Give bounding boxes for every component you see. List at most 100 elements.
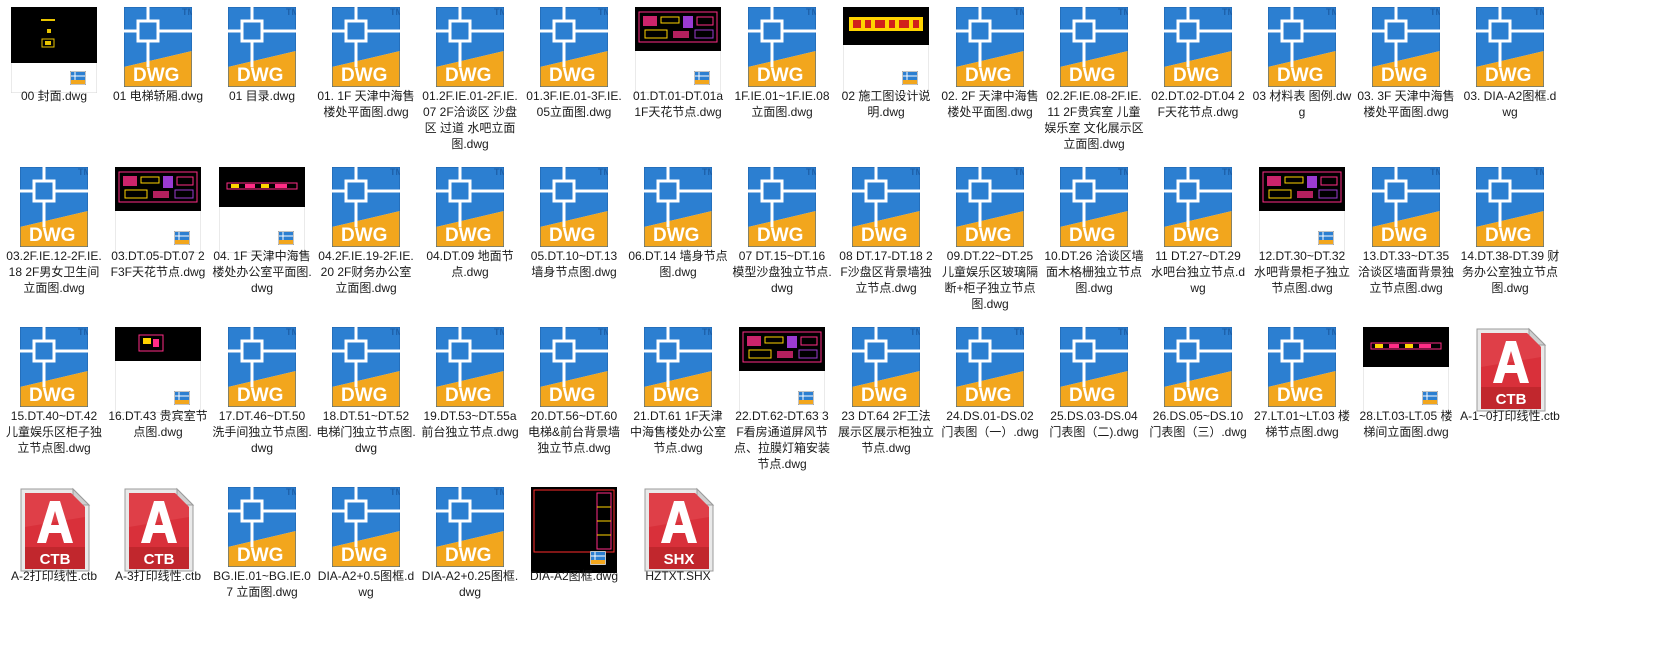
file-item-28[interactable]: 12.DT.30~DT.32 水吧背景柜子独立节点图.dwg (1250, 160, 1354, 320)
file-item-13[interactable]: TM DWG 03 材料表 图例.dwg (1250, 0, 1354, 160)
dwg-file-icon: TM DWG (228, 487, 296, 567)
svg-text:SHX: SHX (664, 551, 695, 568)
file-item-48[interactable]: TM DWG BG.IE.01~BG.IE.07 立面图.dwg (210, 480, 314, 640)
file-item-45[interactable]: CTB A-1~0打印线性.ctb (1458, 320, 1562, 480)
svg-text:DWG: DWG (549, 225, 595, 246)
dwg-file-icon: TM DWG (20, 167, 88, 247)
preview-dwg-icon (219, 167, 305, 253)
dwg-badge-icon (1318, 231, 1334, 245)
file-name-label: 27.LT.01~LT.03 楼梯节点图.dwg (1254, 409, 1350, 439)
file-item-37[interactable]: TM DWG 21.DT.61 1F天津中海售楼处办公室节点.dwg (626, 320, 730, 480)
file-item-29[interactable]: TM DWG 13.DT.33~DT.35 洽谈区墙面背景独立节点图.dwg (1354, 160, 1458, 320)
file-item-50[interactable]: TM DWG DIA-A2+0.25图框.dwg (418, 480, 522, 640)
file-item-16[interactable]: TM DWG 03.2F.IE.12-2F.IE.18 2F男女卫生间立面图.d… (2, 160, 106, 320)
file-item-35[interactable]: TM DWG 19.DT.53~DT.55a 前台独立节点.dwg (418, 320, 522, 480)
file-item-39[interactable]: TM DWG 23 DT.64 2F工法展示区展示柜独立节点.dwg (834, 320, 938, 480)
file-name-label: 02.DT.02-DT.04 2F天花节点.dwg (1151, 89, 1245, 119)
preview-dwg-icon (635, 7, 721, 93)
file-item-51[interactable]: DIA-A2图框.dwg (522, 480, 626, 640)
file-item-26[interactable]: TM DWG 10.DT.26 洽谈区墙面木格栅独立节点图.dwg (1042, 160, 1146, 320)
file-name-label: 02. 2F 天津中海售楼处平面图.dwg (941, 89, 1039, 119)
file-item-3[interactable]: TM DWG 01 目录.dwg (210, 0, 314, 160)
file-item-47[interactable]: CTB A-3打印线性.ctb (106, 480, 210, 640)
svg-text:DWG: DWG (1069, 385, 1115, 406)
file-item-27[interactable]: TM DWG 11 DT.27~DT.29 水吧台独立节点.dwg (1146, 160, 1250, 320)
dwg-file-icon: TM DWG (1060, 327, 1128, 407)
svg-text:TM: TM (1014, 167, 1024, 177)
svg-text:DWG: DWG (1173, 65, 1219, 86)
svg-text:DWG: DWG (1277, 65, 1323, 86)
file-item-52[interactable]: SHX HZTXT.SHX (626, 480, 730, 640)
dwg-file-icon: TM DWG (1268, 327, 1336, 407)
svg-text:DWG: DWG (965, 385, 1011, 406)
file-item-31[interactable]: TM DWG 15.DT.40~DT.42 儿童娱乐区柜子独立节点图.dwg (2, 320, 106, 480)
file-item-32[interactable]: 16.DT.43 贵宾室节点图.dwg (106, 320, 210, 480)
file-item-22[interactable]: TM DWG 06.DT.14 墙身节点图.dwg (626, 160, 730, 320)
file-name-label: 15.DT.40~DT.42 儿童娱乐区柜子独立节点图.dwg (5, 409, 102, 455)
dwg-file-icon: TM DWG (1164, 167, 1232, 247)
file-item-46[interactable]: CTB A-2打印线性.ctb (2, 480, 106, 640)
dwg-file-icon: TM DWG (956, 167, 1024, 247)
file-item-9[interactable]: 02 施工图设计说明.dwg (834, 0, 938, 160)
dwg-badge-icon (590, 551, 606, 565)
dwg-file-icon: TM DWG (540, 167, 608, 247)
dwg-file-icon: TM DWG (1268, 7, 1336, 87)
dwg-file-icon: TM DWG (1476, 7, 1544, 87)
svg-text:DWG: DWG (757, 225, 803, 246)
file-name-label: 03.2F.IE.12-2F.IE.18 2F男女卫生间立面图.dwg (6, 249, 102, 295)
file-item-40[interactable]: TM DWG 24.DS.01-DS.02 门表图（一）.dwg (938, 320, 1042, 480)
file-item-4[interactable]: TM DWG 01. 1F 天津中海售楼处平面图.dwg (314, 0, 418, 160)
file-item-36[interactable]: TM DWG 20.DT.56~DT.60 电梯&前台背景墙独立节点.dwg (522, 320, 626, 480)
svg-text:DWG: DWG (653, 225, 699, 246)
file-name-label: HZTXT.SHX (645, 569, 711, 583)
file-item-11[interactable]: TM DWG 02.2F.IE.08-2F.IE.11 2F贵宾室 儿童娱乐室 … (1042, 0, 1146, 160)
file-item-10[interactable]: TM DWG 02. 2F 天津中海售楼处平面图.dwg (938, 0, 1042, 160)
file-item-12[interactable]: TM DWG 02.DT.02-DT.04 2F天花节点.dwg (1146, 0, 1250, 160)
dwg-badge-icon (174, 391, 190, 405)
svg-text:DWG: DWG (29, 385, 75, 406)
svg-text:TM: TM (702, 327, 712, 337)
svg-text:DWG: DWG (341, 385, 387, 406)
file-item-33[interactable]: TM DWG 17.DT.46~DT.50 洗手间独立节点图.dwg (210, 320, 314, 480)
file-item-15[interactable]: TM DWG 03. DIA-A2图框.dwg (1458, 0, 1562, 160)
dwg-file-icon: TM DWG (1060, 167, 1128, 247)
svg-text:TM: TM (1534, 7, 1544, 17)
file-item-19[interactable]: TM DWG 04.2F.IE.19-2F.IE.20 2F财务办公室 立面图.… (314, 160, 418, 320)
file-item-18[interactable]: 04. 1F 天津中海售楼处办公室平面图.dwg (210, 160, 314, 320)
file-item-14[interactable]: TM DWG 03. 3F 天津中海售楼处平面图.dwg (1354, 0, 1458, 160)
file-item-8[interactable]: TM DWG 1F.IE.01~1F.IE.08立面图.dwg (730, 0, 834, 160)
file-name-label: 02 施工图设计说明.dwg (841, 89, 931, 119)
file-item-25[interactable]: TM DWG 09.DT.22~DT.25 儿童娱乐区玻璃隔断+柜子独立节点图.… (938, 160, 1042, 320)
file-item-20[interactable]: TM DWG 04.DT.09 地面节点.dwg (418, 160, 522, 320)
file-item-2[interactable]: TM DWG 01 电梯轿厢.dwg (106, 0, 210, 160)
file-item-41[interactable]: TM DWG 25.DS.03-DS.04 门表图（二).dwg (1042, 320, 1146, 480)
file-item-6[interactable]: TM DWG 01.3F.IE.01-3F.IE.05立面图.dwg (522, 0, 626, 160)
file-item-1[interactable]: 00 封面.dwg (2, 0, 106, 160)
file-name-label: 18.DT.51~DT.52 电梯门独立节点图.dwg (316, 409, 416, 455)
file-item-30[interactable]: TM DWG 14.DT.38-DT.39 财务办公室独立节点图.dwg (1458, 160, 1562, 320)
svg-text:DWG: DWG (29, 225, 75, 246)
file-item-38[interactable]: 22.DT.62-DT.63 3F看房通道屏风节点、拉膜灯箱安装节点.dwg (730, 320, 834, 480)
file-item-44[interactable]: 28.LT.03-LT.05 楼梯间立面图.dwg (1354, 320, 1458, 480)
svg-text:TM: TM (390, 167, 400, 177)
file-item-34[interactable]: TM DWG 18.DT.51~DT.52 电梯门独立节点图.dwg (314, 320, 418, 480)
preview-dwg-icon (115, 167, 201, 253)
file-name-label: A-3打印线性.ctb (114, 569, 202, 583)
file-item-42[interactable]: TM DWG 26.DS.05~DS.10 门表图（三）.dwg (1146, 320, 1250, 480)
preview-dwg-icon (1363, 327, 1449, 413)
file-item-49[interactable]: TM DWG DIA-A2+0.5图框.dwg (314, 480, 418, 640)
svg-text:TM: TM (1534, 167, 1544, 177)
dwg-file-icon: TM DWG (20, 327, 88, 407)
file-item-43[interactable]: TM DWG 27.LT.01~LT.03 楼梯节点图.dwg (1250, 320, 1354, 480)
svg-text:DWG: DWG (549, 65, 595, 86)
svg-text:DWG: DWG (341, 545, 387, 566)
svg-text:DWG: DWG (1173, 385, 1219, 406)
dwg-badge-icon (174, 231, 190, 245)
preview-dwg-icon (843, 7, 929, 93)
file-item-7[interactable]: 01.DT.01-DT.01a 1F天花节点.dwg (626, 0, 730, 160)
file-item-5[interactable]: TM DWG 01.2F.IE.01-2F.IE.07 2F洽谈区 沙盘区 过道… (418, 0, 522, 160)
file-item-21[interactable]: TM DWG 05.DT.10~DT.13 墙身节点图.dwg (522, 160, 626, 320)
file-item-23[interactable]: TM DWG 07 DT.15~DT.16 模型沙盘独立节点.dwg (730, 160, 834, 320)
file-item-24[interactable]: TM DWG 08 DT.17-DT.18 2F沙盘区背景墙独立节点.dwg (834, 160, 938, 320)
file-item-17[interactable]: 03.DT.05-DT.07 2F3F天花节点.dwg (106, 160, 210, 320)
